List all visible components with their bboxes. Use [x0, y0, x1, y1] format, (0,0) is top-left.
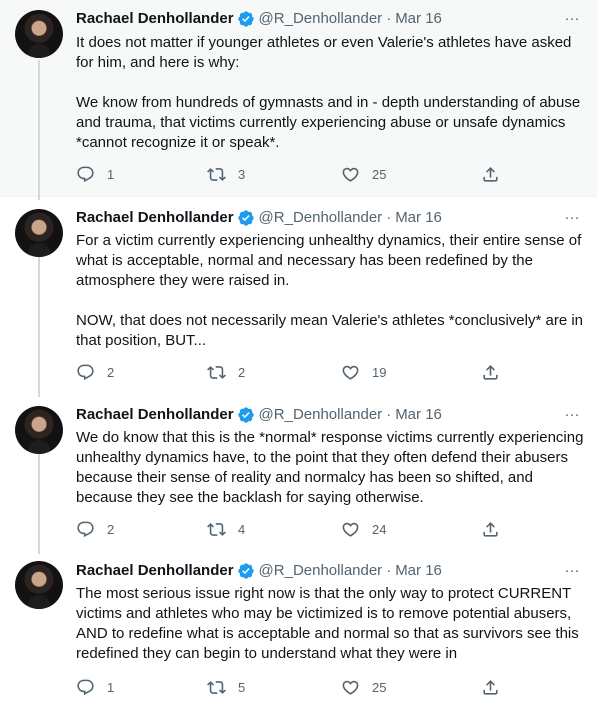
- like-icon: [342, 365, 359, 380]
- tweet-text: The most serious issue right now is that…: [76, 585, 583, 662]
- retweet-button[interactable]: 5: [207, 678, 245, 697]
- like-button[interactable]: 25: [341, 678, 386, 697]
- like-count: 24: [372, 521, 387, 537]
- separator-dot: ·: [386, 562, 392, 579]
- reply-button[interactable]: 2: [76, 363, 114, 382]
- tweet-header: Rachael Denhollander @R_Denhollander · M…: [76, 9, 583, 29]
- author-handle[interactable]: @R_Denhollander: [259, 208, 383, 228]
- tweet[interactable]: Rachael Denhollander @R_Denhollander · M…: [0, 394, 597, 554]
- tweet-date[interactable]: Mar 16: [395, 208, 442, 228]
- like-button[interactable]: 19: [341, 363, 386, 382]
- tweet-actions: 1 5 25: [76, 677, 516, 697]
- avatar[interactable]: [15, 406, 63, 454]
- thread-line: [38, 454, 40, 554]
- separator-dot: ·: [386, 10, 392, 27]
- share-icon: [483, 521, 498, 537]
- retweet-icon: [207, 680, 226, 694]
- retweet-icon: [207, 365, 226, 379]
- retweet-button[interactable]: 4: [207, 520, 245, 539]
- retweet-button[interactable]: 3: [207, 165, 245, 184]
- reply-icon: [77, 521, 94, 537]
- separator-dot: ·: [386, 209, 392, 226]
- author-name[interactable]: Rachael Denhollander: [76, 405, 234, 425]
- reply-button[interactable]: 1: [76, 678, 114, 697]
- like-icon: [342, 680, 359, 695]
- share-button[interactable]: [481, 678, 500, 697]
- verified-badge-icon: [237, 406, 255, 424]
- like-icon: [342, 167, 359, 182]
- tweet-date[interactable]: Mar 16: [395, 561, 442, 581]
- retweet-count: 5: [238, 679, 246, 695]
- verified-badge-icon: [237, 10, 255, 28]
- tweet-header: Rachael Denhollander @R_Denhollander · M…: [76, 561, 583, 581]
- tweet[interactable]: Rachael Denhollander @R_Denhollander · M…: [0, 551, 597, 714]
- tweet-header: Rachael Denhollander @R_Denhollander · M…: [76, 208, 583, 228]
- like-count: 25: [372, 679, 387, 695]
- author-name[interactable]: Rachael Denhollander: [76, 9, 234, 29]
- share-button[interactable]: [481, 363, 500, 382]
- tweet-date[interactable]: Mar 16: [395, 9, 442, 29]
- reply-count: 2: [107, 364, 115, 380]
- more-icon[interactable]: ···: [561, 8, 583, 30]
- reply-button[interactable]: 1: [76, 165, 114, 184]
- like-count: 25: [372, 166, 387, 182]
- tweet-actions: 1 3 25: [76, 164, 516, 184]
- timeline: Rachael Denhollander @R_Denhollander · M…: [0, 0, 597, 713]
- author-handle[interactable]: @R_Denhollander: [259, 405, 383, 425]
- tweet[interactable]: Rachael Denhollander @R_Denhollander · M…: [0, 0, 597, 200]
- thread-line: [38, 257, 40, 397]
- verified-badge-icon: [237, 562, 255, 580]
- verified-badge-icon: [237, 209, 255, 227]
- retweet-button[interactable]: 2: [207, 363, 245, 382]
- reply-button[interactable]: 2: [76, 520, 114, 539]
- tweet[interactable]: Rachael Denhollander @R_Denhollander · M…: [0, 197, 597, 397]
- retweet-icon: [207, 167, 226, 181]
- share-button[interactable]: [481, 165, 500, 184]
- tweet-actions: 2 4 24: [76, 519, 516, 539]
- tweet-actions: 2 2 19: [76, 362, 516, 382]
- reply-icon: [77, 679, 94, 695]
- share-icon: [483, 364, 498, 380]
- more-icon[interactable]: ···: [561, 560, 583, 582]
- reply-icon: [77, 166, 94, 182]
- avatar[interactable]: [15, 209, 63, 257]
- avatar[interactable]: [15, 561, 63, 609]
- like-icon: [342, 522, 359, 537]
- separator-dot: ·: [386, 406, 392, 423]
- reply-count: 2: [107, 521, 115, 537]
- tweet-text: For a victim currently experiencing unhe…: [76, 232, 583, 349]
- share-button[interactable]: [481, 520, 500, 539]
- tweet-text: It does not matter if younger athletes o…: [76, 34, 581, 151]
- like-button[interactable]: 24: [341, 520, 386, 539]
- author-handle[interactable]: @R_Denhollander: [259, 9, 383, 29]
- retweet-icon: [207, 522, 226, 536]
- like-count: 19: [372, 364, 387, 380]
- reply-count: 1: [107, 166, 115, 182]
- more-icon[interactable]: ···: [561, 404, 583, 426]
- tweet-header: Rachael Denhollander @R_Denhollander · M…: [76, 405, 583, 425]
- reply-icon: [77, 364, 94, 380]
- tweet-text: We do know that this is the *normal* res…: [76, 429, 588, 506]
- retweet-count: 3: [238, 166, 246, 182]
- reply-count: 1: [107, 679, 115, 695]
- tweet-date[interactable]: Mar 16: [395, 405, 442, 425]
- avatar[interactable]: [15, 10, 63, 58]
- like-button[interactable]: 25: [341, 165, 386, 184]
- author-name[interactable]: Rachael Denhollander: [76, 208, 234, 228]
- retweet-count: 2: [238, 364, 246, 380]
- retweet-count: 4: [238, 521, 246, 537]
- share-icon: [483, 166, 498, 182]
- more-icon[interactable]: ···: [561, 207, 583, 229]
- author-name[interactable]: Rachael Denhollander: [76, 561, 234, 581]
- share-icon: [483, 679, 498, 695]
- author-handle[interactable]: @R_Denhollander: [259, 561, 383, 581]
- thread-line: [38, 60, 40, 200]
